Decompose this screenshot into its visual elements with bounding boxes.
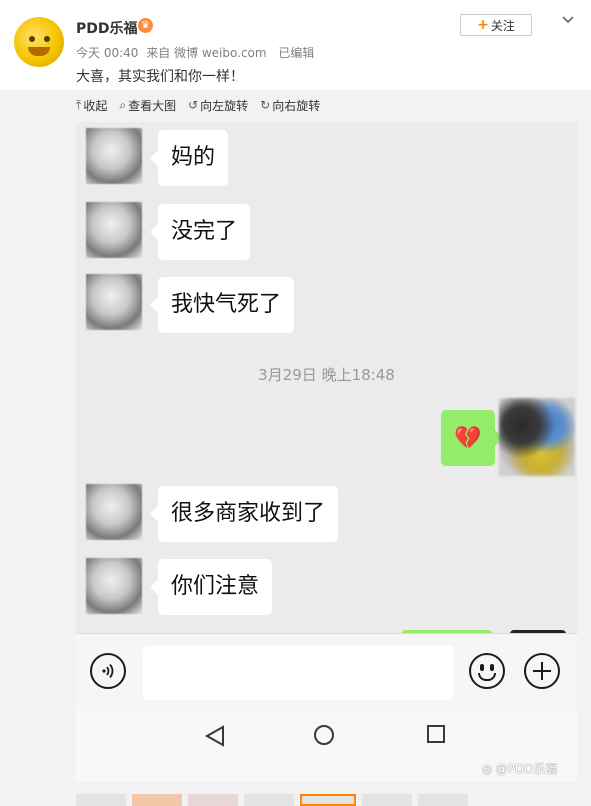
crown-emoji-icon: ♛ (138, 18, 153, 33)
collapse-button[interactable]: ⤒ 收起 (76, 97, 107, 114)
contact-avatar (86, 484, 142, 540)
chat-bubble: 很多商家收到了 (149, 486, 339, 542)
image-toolbar: ⤒ 收起 ⌕ 查看大图 ↺ 向左旋转 ↻ 向右旋转 (76, 96, 320, 114)
post-time[interactable]: 今天 00:40 (76, 46, 138, 60)
emoji-smile (478, 673, 496, 681)
edited-label[interactable]: 已编辑 (278, 46, 314, 60)
contact-avatar (86, 274, 142, 330)
back-triangle-icon[interactable] (204, 724, 226, 748)
rotate-left-label: 向左旋转 (200, 98, 249, 113)
weibo-watermark: ◎ @PDD乐福 (482, 760, 557, 777)
follow-label: 关注 (490, 18, 515, 33)
avatar-eye (44, 36, 50, 42)
thumbnail[interactable] (418, 794, 468, 806)
contact-avatar (86, 202, 142, 258)
rotate-left-icon: ↺ (188, 98, 199, 112)
author-name[interactable]: PDD乐福 (76, 18, 138, 38)
chat-bubble: 没完了 (149, 204, 251, 260)
thumbnail[interactable] (76, 794, 126, 806)
watermark-text: @PDD乐福 (495, 762, 558, 776)
chat-bubble: 我快气死了 (149, 277, 295, 333)
thumbnail[interactable] (244, 794, 294, 806)
view-large-label: 查看大图 (128, 98, 177, 113)
contact-avatar (86, 558, 142, 614)
voice-icon (102, 663, 114, 679)
recents-square-icon[interactable] (427, 725, 445, 743)
avatar-mouth (28, 47, 50, 56)
chat-screenshot[interactable]: 妈的 没完了 我快气死了 3月29日 晚上18:48 💔 很多商家收到了 你们注… (76, 122, 577, 782)
emoji-button[interactable] (469, 653, 505, 689)
post-header: PDD乐福 ♛ 今天 00:40 来自 微博 weibo.com 已编辑 大喜，… (0, 0, 591, 90)
thumbnail[interactable] (132, 794, 182, 806)
plus-icon: + (477, 17, 489, 33)
author-avatar[interactable] (14, 17, 64, 67)
collapse-label: 收起 (83, 98, 108, 113)
post-source: 来自 微博 weibo.com (146, 46, 267, 60)
avatar-eye (29, 36, 35, 42)
more-plus-button[interactable] (524, 653, 560, 689)
thumbnail[interactable] (362, 794, 412, 806)
message-input[interactable] (143, 646, 454, 700)
magnifier-icon: ⌕ (119, 97, 127, 112)
chat-timestamp: 3月29日 晚上18:48 (258, 366, 395, 384)
thumbnail-strip (76, 794, 468, 806)
post-meta: 今天 00:40 来自 微博 weibo.com 已编辑 (76, 44, 318, 61)
thumbnail-active[interactable] (300, 794, 356, 806)
emoji-eye (480, 664, 484, 671)
post-text: 大喜，其实我们和你一样！ (76, 69, 244, 85)
contact-avatar (86, 128, 142, 184)
chat-bubble-self: 💔 (441, 410, 503, 466)
voice-button[interactable] (90, 653, 126, 689)
thumbnail[interactable] (188, 794, 238, 806)
rotate-right-label: 向右旋转 (272, 98, 321, 113)
follow-button[interactable]: + 关注 (460, 14, 532, 36)
weibo-logo-icon: ◎ (482, 761, 493, 776)
rotate-right-button[interactable]: ↻ 向右旋转 (260, 97, 320, 114)
home-circle-icon[interactable] (314, 725, 334, 745)
rotate-left-button[interactable]: ↺ 向左旋转 (188, 97, 248, 114)
collapse-icon: ⤒ (76, 97, 82, 112)
chat-bubble: 妈的 (149, 130, 229, 186)
chevron-down-icon[interactable] (560, 12, 576, 28)
broken-heart-icon: 💔 (454, 425, 482, 451)
chat-bubble: 你们注意 (149, 559, 273, 615)
view-large-button[interactable]: ⌕ 查看大图 (119, 97, 176, 114)
chat-input-bar (76, 633, 577, 710)
emoji-eye (490, 664, 494, 671)
rotate-right-icon: ↻ (260, 98, 271, 112)
self-avatar (499, 398, 575, 476)
